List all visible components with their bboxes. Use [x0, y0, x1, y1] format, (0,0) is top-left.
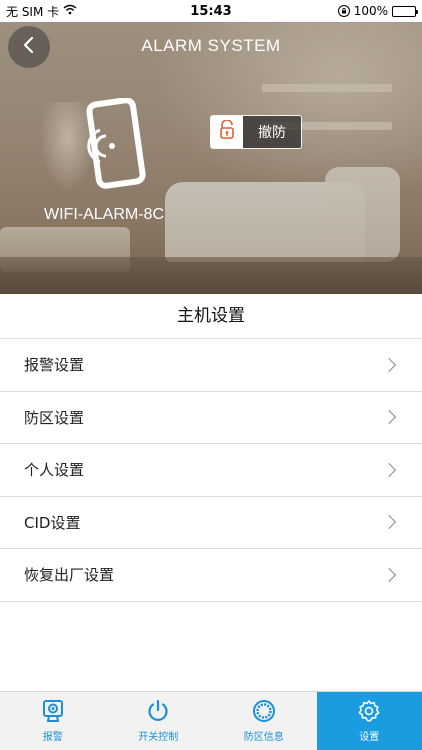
tab-label: 开关控制 — [138, 732, 179, 743]
tab-switch-control[interactable]: 开关控制 — [106, 692, 212, 750]
disarm-button[interactable]: 撤防 — [210, 115, 302, 149]
menu-item-alarm-settings[interactable]: 报警设置 — [0, 339, 422, 392]
menu-item-label: 报警设置 — [24, 356, 85, 375]
unlock-icon — [219, 119, 235, 144]
disarm-icon-box — [211, 116, 243, 148]
menu-item-cid-settings[interactable]: CID设置 — [0, 496, 422, 549]
camera-icon — [41, 699, 65, 723]
chevron-right-icon — [381, 567, 397, 582]
hero-header: ALARM SYSTEM WIFI-ALARM-8C 撤防 — [0, 22, 422, 294]
chevron-right-icon — [381, 357, 397, 372]
status-right: 100% — [337, 4, 418, 18]
rotation-lock-icon — [337, 5, 350, 17]
chevron-right-icon — [381, 515, 397, 530]
carrier-label: 无 SIM 卡 — [6, 4, 60, 19]
menu-item-personal-settings[interactable]: 个人设置 — [0, 444, 422, 497]
tab-bar: 报警 开关控制 防区信息 设置 — [0, 691, 422, 750]
disarm-label: 撤防 — [243, 116, 301, 148]
section-title: 主机设置 — [177, 306, 245, 326]
gear-icon — [357, 699, 381, 723]
device-phone-icon — [80, 97, 150, 202]
tab-alarm[interactable]: 报警 — [0, 692, 106, 750]
battery-percent: 100% — [353, 4, 388, 18]
chevron-right-icon — [381, 410, 397, 425]
battery-icon — [392, 5, 418, 17]
chevron-right-icon — [381, 462, 397, 477]
power-icon — [146, 699, 170, 723]
status-bar: 无 SIM 卡 15:43 100% — [0, 0, 422, 22]
menu-item-label: CID设置 — [24, 513, 81, 532]
tab-label: 报警 — [42, 732, 63, 743]
status-left: 无 SIM 卡 — [6, 3, 77, 20]
wifi-icon — [63, 4, 77, 18]
tab-label: 防区信息 — [243, 732, 284, 743]
menu-item-label: 防区设置 — [24, 408, 85, 427]
status-time: 15:43 — [190, 3, 232, 19]
menu-item-label: 个人设置 — [24, 461, 85, 480]
device-name: WIFI-ALARM-8C — [44, 206, 164, 223]
tab-zone-info[interactable]: 防区信息 — [211, 692, 317, 750]
zone-ring-icon — [252, 699, 276, 723]
settings-menu: 报警设置 防区设置 个人设置 CID设置 恢复出厂设置 — [0, 338, 422, 602]
page-title: ALARM SYSTEM — [141, 36, 281, 55]
menu-item-zone-settings[interactable]: 防区设置 — [0, 391, 422, 444]
tab-settings[interactable]: 设置 — [316, 692, 422, 750]
tab-label: 设置 — [359, 732, 380, 743]
menu-item-label: 恢复出厂设置 — [24, 566, 115, 585]
menu-item-factory-reset[interactable]: 恢复出厂设置 — [0, 549, 422, 602]
